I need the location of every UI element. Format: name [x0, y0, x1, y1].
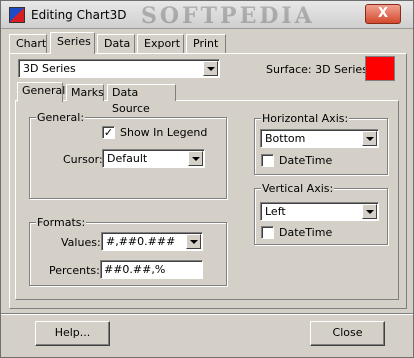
editing-chart3d-dialog: Editing Chart3D SOFTPEDIA X Chart Series…: [0, 0, 414, 358]
help-button[interactable]: Help...: [35, 321, 110, 346]
values-format-value: #,##0.###: [106, 235, 176, 248]
cursor-select[interactable]: Default: [102, 149, 205, 168]
tab-marks[interactable]: Marks: [66, 84, 104, 101]
horizontal-axis-value: Bottom: [265, 132, 306, 145]
horizontal-datetime-checkbox[interactable]: [261, 154, 274, 167]
tab-data[interactable]: Data: [97, 34, 135, 53]
vertical-axis-select[interactable]: Left: [260, 202, 379, 221]
checkmark-icon: ✓: [103, 126, 114, 139]
chevron-down-icon[interactable]: [186, 234, 201, 249]
horizontal-axis-title: Horizontal Axis:: [261, 112, 350, 125]
tab-print[interactable]: Print: [186, 34, 226, 53]
values-label: Values:: [61, 236, 101, 249]
chevron-down-icon[interactable]: [362, 204, 377, 219]
title-bar[interactable]: Editing Chart3D SOFTPEDIA X: [1, 1, 413, 29]
close-button[interactable]: Close: [310, 321, 385, 346]
tab-series[interactable]: Series: [50, 32, 95, 54]
chevron-down-icon[interactable]: [203, 61, 218, 76]
vertical-datetime-checkbox[interactable]: [261, 226, 274, 239]
cursor-select-value: Default: [107, 152, 148, 165]
series-select-value: 3D Series: [23, 62, 76, 75]
percents-label: Percents:: [49, 264, 100, 277]
tab-data-source[interactable]: Data Source: [107, 84, 176, 115]
show-in-legend-label: Show In Legend: [120, 126, 208, 139]
close-icon: X: [377, 6, 389, 21]
vertical-axis-value: Left: [265, 205, 286, 218]
values-format-select[interactable]: #,##0.###: [101, 232, 203, 251]
series-select[interactable]: 3D Series: [18, 59, 220, 78]
horizontal-datetime-label: DateTime: [279, 154, 333, 167]
chevron-down-icon[interactable]: [188, 151, 203, 166]
cursor-label: Cursor:: [63, 153, 103, 166]
formats-group-title: Formats:: [36, 216, 87, 229]
window-title: Editing Chart3D: [31, 8, 127, 22]
chevron-down-icon[interactable]: [362, 131, 377, 146]
vertical-datetime-label: DateTime: [279, 226, 333, 239]
watermark-text: SOFTPEDIA: [141, 3, 315, 29]
horizontal-axis-select[interactable]: Bottom: [260, 129, 379, 148]
percents-format-field[interactable]: ##0.##,%: [100, 260, 203, 279]
general-group-title: General:: [36, 111, 86, 124]
footer-divider: [1, 313, 413, 315]
window-close-button[interactable]: X: [365, 4, 401, 24]
surface-color-button[interactable]: [365, 56, 395, 81]
tab-export[interactable]: Export: [137, 34, 184, 53]
show-in-legend-checkbox[interactable]: ✓: [102, 126, 115, 139]
vertical-axis-title: Vertical Axis:: [261, 182, 335, 195]
surface-label: Surface: 3D Series: [266, 63, 368, 76]
tab-chart[interactable]: Chart: [9, 34, 47, 53]
chart-app-icon: [9, 7, 25, 23]
tab-general[interactable]: General: [17, 82, 65, 102]
